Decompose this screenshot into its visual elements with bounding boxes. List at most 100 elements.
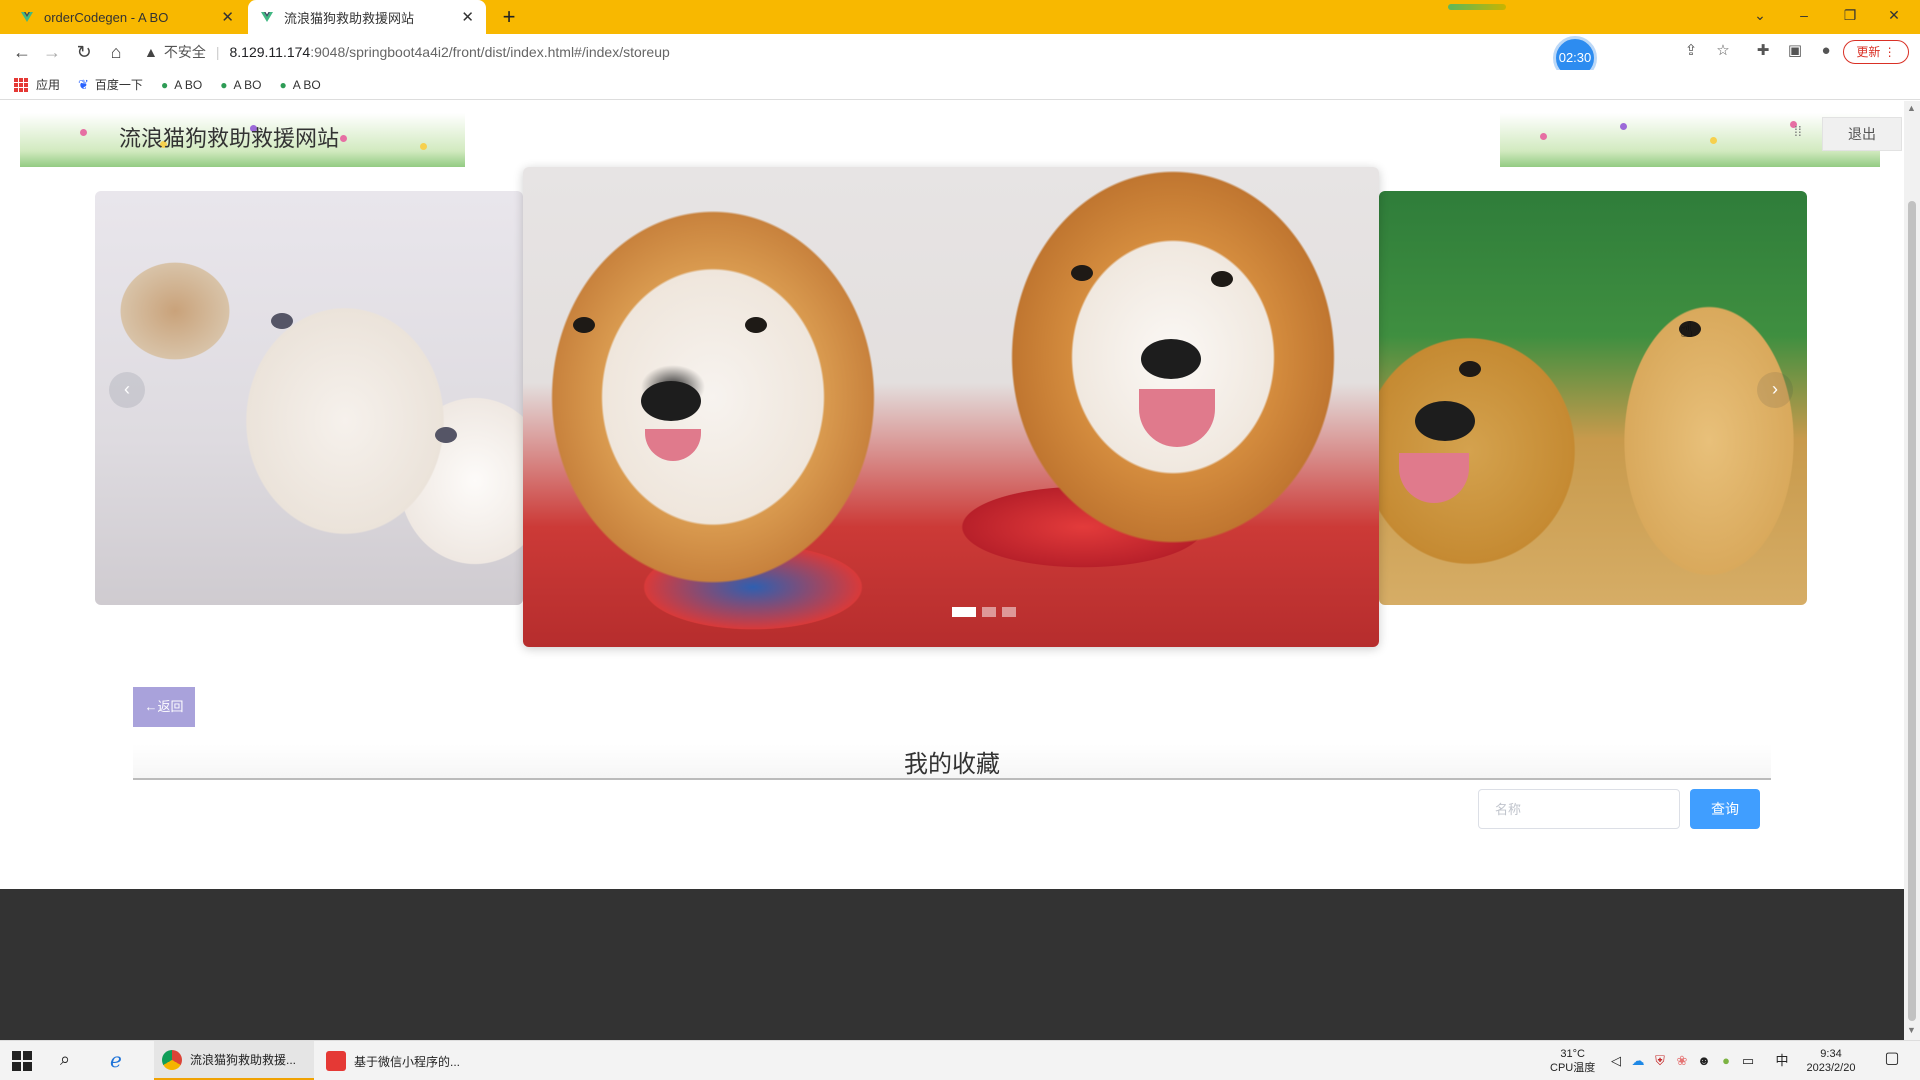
- corgi-nose: [641, 381, 701, 421]
- bookmarks-bar: 应用 ❦ 百度一下 ● A BO ● A BO ● A BO: [0, 70, 1920, 100]
- tab-title: orderCodegen - A BO: [44, 9, 169, 25]
- profile-avatar-icon[interactable]: ●: [1815, 40, 1837, 62]
- new-tab-button[interactable]: +: [496, 4, 522, 30]
- browser-toolbar: ← → ↻ ⌂ ▲ 不安全 | 8.129.11.174 :9048/sprin…: [0, 34, 1920, 70]
- name-search-input[interactable]: [1478, 789, 1680, 829]
- corgi-tongue: [1139, 389, 1215, 447]
- corgi-nose: [1141, 339, 1201, 379]
- carousel-prev-arrow-icon[interactable]: ‹: [109, 372, 145, 408]
- clock-time: 9:34: [1820, 1048, 1842, 1060]
- bookmark-label: 百度一下: [94, 78, 143, 92]
- section-title: 我的收藏: [133, 744, 1771, 778]
- page-scrollbar[interactable]: ▲ ▼: [1904, 101, 1920, 1040]
- wechat-icon[interactable]: ●: [1718, 1053, 1734, 1069]
- site-header: 流浪猫狗救助救援网站 ⁞⁞ 退出: [0, 101, 1904, 167]
- carousel-slide-golden-retrievers[interactable]: [1379, 191, 1807, 605]
- carousel-slide-corgis[interactable]: [523, 167, 1379, 647]
- bookmark-label: A BO: [233, 77, 262, 92]
- clock[interactable]: 9:34 2023/2/20: [1796, 1047, 1866, 1075]
- back-button[interactable]: ←返回: [133, 687, 195, 727]
- windows-start-icon[interactable]: [12, 1051, 32, 1071]
- restore-button[interactable]: ❐: [1828, 0, 1872, 34]
- apps-grid-icon: [14, 77, 28, 92]
- security-label: 不安全: [163, 44, 206, 60]
- user-icon[interactable]: ⁞⁞: [1794, 123, 1802, 139]
- update-button[interactable]: 更新 ⋮: [1843, 40, 1909, 64]
- carousel-next-arrow-icon[interactable]: ›: [1757, 372, 1793, 408]
- scroll-up-icon[interactable]: ▲: [1907, 103, 1916, 113]
- taskbar-item-chrome[interactable]: 流浪猫狗救助救援...: [154, 1041, 314, 1080]
- taskbar-item-label: 基于微信小程序的...: [354, 1054, 461, 1069]
- windows-taskbar: ⌕ ℯ 流浪猫狗救助救援... 基于微信小程序的... 31°C CPU温度 ◁…: [0, 1040, 1920, 1080]
- logout-button[interactable]: 退出: [1822, 117, 1902, 151]
- bookmark-star-icon[interactable]: ☆: [1712, 40, 1734, 62]
- cpu-temperature[interactable]: 31°C CPU温度: [1550, 1047, 1595, 1075]
- carousel-dot-3[interactable]: [1002, 607, 1016, 617]
- bookmark-abo-2[interactable]: ● A BO: [220, 78, 261, 92]
- corgi-eye: [1211, 271, 1233, 287]
- site-footer: [0, 889, 1904, 1040]
- scroll-down-icon[interactable]: ▼: [1907, 1025, 1916, 1035]
- side-panel-icon[interactable]: ▣: [1784, 40, 1806, 62]
- taskbar-item-wps[interactable]: 基于微信小程序的...: [318, 1041, 468, 1080]
- home-icon[interactable]: ⌂: [104, 40, 128, 64]
- tab-search-chevron-icon[interactable]: ⌄: [1738, 0, 1782, 34]
- site-title: 流浪猫狗救助救援网站: [119, 126, 340, 151]
- scroll-thumb[interactable]: [1908, 201, 1916, 1021]
- carousel-dot-2[interactable]: [982, 607, 996, 617]
- browser-tab-bar: orderCodegen - A BO ✕ 流浪猫狗救助救援网站 ✕ + ⌄ –…: [0, 0, 1920, 34]
- corgi-tongue: [645, 429, 701, 461]
- shield-icon[interactable]: ⛨: [1652, 1053, 1668, 1069]
- ie-browser-icon[interactable]: ℯ: [110, 1048, 122, 1073]
- corgi-eye: [745, 317, 767, 333]
- address-bar[interactable]: ▲ 不安全 | 8.129.11.174 :9048/springboot4a4…: [144, 37, 1564, 67]
- bookmark-label: A BO: [174, 77, 203, 92]
- wps-icon: [326, 1051, 346, 1071]
- browser-tab-rescue-site[interactable]: 流浪猫狗救助救援网站 ✕: [248, 0, 486, 34]
- share-icon[interactable]: ⇪: [1680, 40, 1702, 62]
- app-tray-icon[interactable]: ❀: [1674, 1053, 1690, 1069]
- url-host: 8.129.11.174: [229, 44, 311, 60]
- bookmark-abo-3[interactable]: ● A BO: [279, 78, 320, 92]
- cloud-icon[interactable]: ☁: [1630, 1053, 1646, 1069]
- leaf-icon: ●: [279, 77, 287, 92]
- temperature-value: 31°C: [1560, 1048, 1585, 1060]
- notification-icon[interactable]: ▢: [1884, 1051, 1900, 1067]
- clock-date: 2023/2/20: [1806, 1062, 1856, 1074]
- tab-close-icon[interactable]: ✕: [221, 8, 234, 26]
- kitten-eye: [271, 313, 293, 329]
- vue-logo-icon: [261, 12, 273, 22]
- address-separator: |: [215, 44, 220, 60]
- leaf-icon: ●: [160, 77, 169, 92]
- corgi-eye: [573, 317, 595, 333]
- carousel-indicators: [952, 607, 1016, 617]
- image-carousel: ‹ ›: [95, 167, 1807, 657]
- vue-logo-icon: [21, 12, 33, 22]
- forward-arrow-icon[interactable]: →: [40, 40, 64, 64]
- carousel-dot-1[interactable]: [952, 607, 976, 617]
- query-button[interactable]: 查询: [1690, 789, 1760, 829]
- bookmark-abo-1[interactable]: ● A BO: [161, 78, 202, 92]
- minimize-button[interactable]: –: [1782, 0, 1826, 34]
- bookmark-apps[interactable]: 应用: [14, 76, 60, 93]
- kitten-eye: [435, 427, 457, 443]
- tab-close-icon[interactable]: ✕: [461, 8, 474, 26]
- chrome-icon: [162, 1049, 182, 1070]
- carousel-slide-kittens[interactable]: [95, 191, 523, 605]
- extensions-puzzle-icon[interactable]: ✚: [1752, 40, 1774, 62]
- tab-title: 流浪猫狗救助救援网站: [284, 10, 415, 26]
- qq-icon[interactable]: ☻: [1696, 1053, 1712, 1069]
- volume-icon[interactable]: ◁: [1608, 1053, 1624, 1069]
- network-icon[interactable]: ▭: [1740, 1053, 1756, 1069]
- puppy-eye: [1459, 361, 1481, 377]
- reload-icon[interactable]: ↻: [72, 40, 96, 64]
- cpu-label: CPU温度: [1550, 1062, 1596, 1074]
- browser-tab-ordercodegen[interactable]: orderCodegen - A BO ✕: [8, 0, 246, 34]
- window-close-button[interactable]: ✕: [1872, 0, 1916, 34]
- puppy-nose: [1415, 401, 1475, 441]
- back-arrow-icon[interactable]: ←: [10, 40, 34, 64]
- search-icon[interactable]: ⌕: [60, 1049, 70, 1070]
- ime-indicator[interactable]: 中: [1774, 1053, 1790, 1069]
- hand-cursor-icon: ☝: [1680, 317, 1694, 342]
- bookmark-baidu[interactable]: ❦ 百度一下: [78, 76, 143, 93]
